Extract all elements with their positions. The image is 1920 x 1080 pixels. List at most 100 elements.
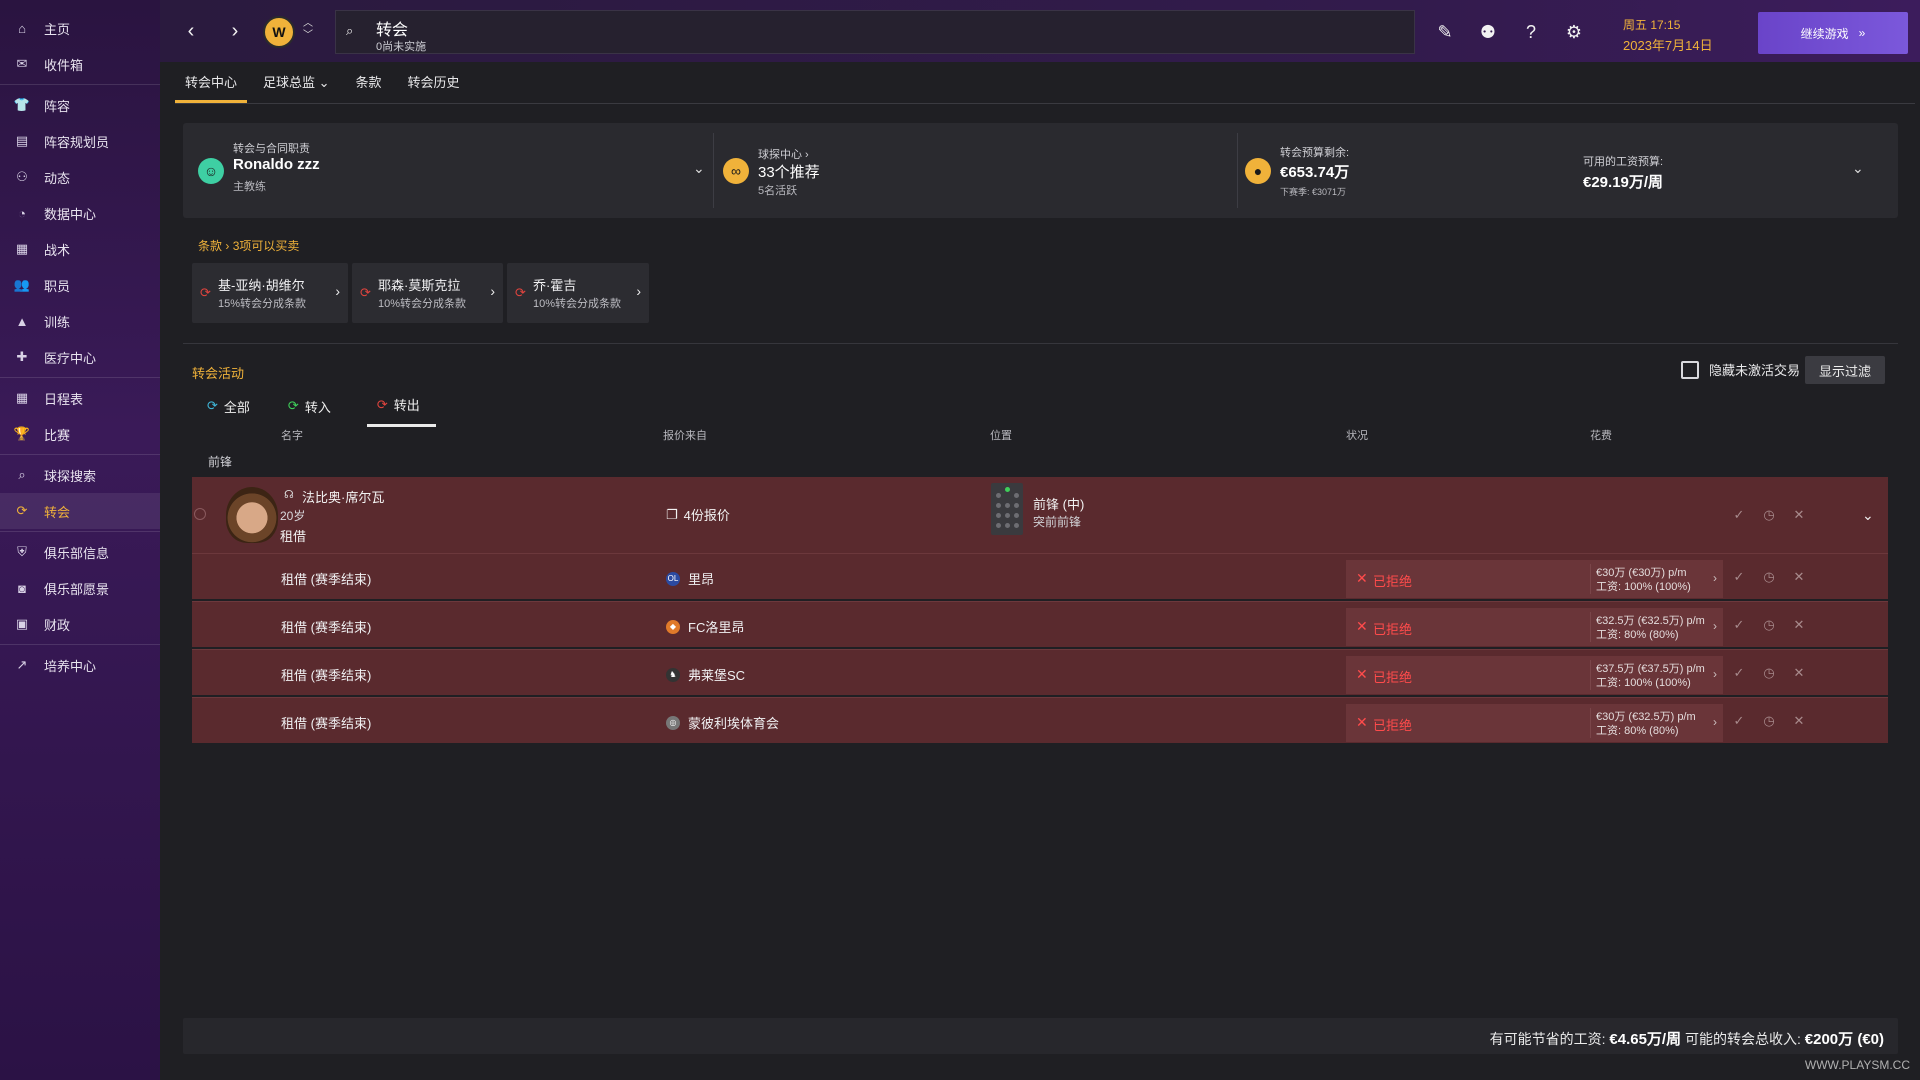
column-header-cost[interactable]: 花费 — [1590, 427, 1612, 443]
sidebar-item-home[interactable]: ⌂ 主页 — [0, 10, 160, 46]
sidebar-item-schedule[interactable]: ▦ 日程表 — [0, 380, 160, 416]
column-header-status[interactable]: 状况 — [1346, 427, 1368, 443]
sidebar-item-squad-planner[interactable]: ▤ 阵容规划员 — [0, 123, 160, 159]
training-icon: ▲ — [15, 313, 29, 329]
offer-status[interactable]: ✕ 已拒绝 €30万 (€30万) p/m 工资: 100% (100%) › — [1346, 560, 1723, 598]
close-icon[interactable]: ✕ — [1790, 617, 1808, 633]
offer-status[interactable]: ✕ 已拒绝 €37.5万 (€37.5万) p/m 工资: 100% (100%… — [1346, 656, 1723, 694]
table-row[interactable]: 租借 (赛季结束) ◎ 蒙彼利埃体育会 ✕ 已拒绝 €30万 (€32.5万) p… — [192, 697, 1888, 743]
chevron-down-icon[interactable]: ⌄ — [1862, 507, 1874, 524]
staff-icon: 👥 — [13, 277, 31, 292]
sidebar-item-scouting[interactable]: ⌕ 球探搜索 — [0, 457, 160, 493]
sidebar-item-tactics[interactable]: ▦ 战术 — [0, 231, 160, 267]
section-divider — [183, 343, 1898, 344]
close-icon[interactable]: ✕ — [1790, 713, 1808, 729]
sidebar-item-data-hub[interactable]: ◔ 数据中心 — [0, 195, 160, 231]
offer-status[interactable]: ✕ 已拒绝 €32.5万 (€32.5万) p/m 工资: 80% (80%) … — [1346, 608, 1723, 646]
clause-card[interactable]: ⟳ 耶森·莫斯克拉 10%转会分成条款 › — [352, 263, 503, 323]
sidebar-item-dynamics[interactable]: ⚇ 动态 — [0, 159, 160, 195]
sidebar-item-training[interactable]: ▲ 训练 — [0, 303, 160, 339]
sidebar-item-competitions[interactable]: 🏆 比赛 — [0, 416, 160, 452]
shirt-icon: 👕 — [13, 97, 31, 112]
clause-card[interactable]: ⟳ 基-亚纳·胡维尔 15%转会分成条款 › — [192, 263, 348, 323]
clause-card[interactable]: ⟳ 乔·霍吉 10%转会分成条款 › — [507, 263, 649, 323]
back-button[interactable]: ‹ — [180, 20, 202, 42]
main-tabs: 转会中心 足球总监 ⌄ 条款 转会历史 — [175, 66, 476, 103]
column-header-position[interactable]: 位置 — [990, 427, 1012, 443]
finance-icon: ▣ — [15, 616, 29, 631]
hide-inactive-checkbox[interactable] — [1681, 360, 1699, 379]
edit-button[interactable]: ✎ — [1433, 20, 1457, 44]
sidebar-item-medical[interactable]: ✚ 医疗中心 — [0, 339, 160, 375]
sidebar-item-development[interactable]: ↗ 培养中心 — [0, 647, 160, 683]
clauses-breadcrumb[interactable]: 条款 › 3项可以买卖 — [198, 237, 299, 254]
help-icon: ? — [1525, 21, 1536, 42]
sidebar-divider — [0, 377, 160, 378]
tab-clauses[interactable]: 条款 — [346, 66, 392, 103]
group-label: 前锋 — [208, 455, 233, 469]
player-name[interactable]: 法比奥·席尔瓦 — [302, 487, 384, 506]
sidebar-item-staff[interactable]: 👥 职员 — [0, 267, 160, 303]
sidebar-item-club-vision[interactable]: ◙ 俱乐部愿景 — [0, 570, 160, 606]
search-bar[interactable]: ⌕ 转会 0尚未实施 — [335, 10, 1415, 54]
tab-transfer-centre[interactable]: 转会中心 — [175, 66, 248, 103]
assistant-button[interactable]: ⚉ — [1476, 20, 1500, 44]
accept-icon[interactable]: ✓ — [1730, 617, 1748, 633]
column-header-name[interactable]: 名字 — [281, 427, 303, 443]
position-main: 前锋 (中) — [1033, 497, 1085, 512]
sidebar-item-transfers[interactable]: ⟳ 转会 — [0, 493, 160, 529]
clock-icon[interactable]: ◷ — [1760, 665, 1778, 681]
table-row[interactable]: 租借 (赛季结束) OL 里昂 ✕ 已拒绝 €30万 (€30万) p/m 工资:… — [192, 553, 1888, 599]
scouting-centre[interactable]: ∞ 球探中心 › 33个推荐 5名活跃 — [723, 123, 1223, 218]
staff-responsibility[interactable]: ☺ 转会与合同职责 Ronaldo zzz 主教练 ⌄ — [183, 123, 713, 218]
close-icon[interactable]: ✕ — [1790, 507, 1808, 523]
sidebar-item-squad[interactable]: 👕 阵容 — [0, 87, 160, 123]
hide-inactive-toggle[interactable]: 隐藏未激活交易 — [1681, 360, 1800, 379]
clock-icon[interactable]: ◷ — [1760, 713, 1778, 729]
club-switcher[interactable]: ︿ ﹀ — [303, 18, 313, 42]
offers-count[interactable]: ❐ 4份报价 — [666, 505, 730, 524]
table-row[interactable]: ☊ 法比奥·席尔瓦 20岁 租借 ❐ 4份报价 前锋 (中) 突前前锋 ✓ ◷ … — [192, 477, 1888, 553]
help-button[interactable]: ? — [1519, 20, 1543, 44]
accept-icon[interactable]: ✓ — [1730, 713, 1748, 729]
close-icon[interactable]: ✕ — [1790, 569, 1808, 585]
settings-button[interactable]: ⚙ — [1562, 20, 1586, 44]
close-icon[interactable]: ✕ — [1790, 665, 1808, 681]
accept-icon[interactable]: ✓ — [1730, 665, 1748, 681]
tab-outgoing[interactable]: ⟳ 转出 — [366, 393, 436, 427]
forward-button[interactable]: › — [224, 20, 246, 42]
offer-club[interactable]: ◎ 蒙彼利埃体育会 — [666, 713, 779, 732]
clock-icon[interactable]: ◷ — [1760, 569, 1778, 585]
sidebar-item-inbox[interactable]: ✉ 收件箱 — [0, 46, 160, 82]
tab-incoming[interactable]: ⟳ 转入 — [286, 393, 347, 427]
clock-icon[interactable]: ◷ — [1760, 507, 1778, 523]
binoculars-icon: ∞ — [723, 158, 749, 184]
sidebar-item-finances[interactable]: ▣ 财政 — [0, 606, 160, 642]
tab-all[interactable]: ⟳ 全部 — [205, 393, 266, 427]
offer-club[interactable]: ♞ 弗莱堡SC — [666, 665, 745, 684]
offer-status[interactable]: ✕ 已拒绝 €30万 (€32.5万) p/m 工资: 80% (80%) › — [1346, 704, 1723, 742]
table-row[interactable]: 租借 (赛季结束) ◆ FC洛里昂 ✕ 已拒绝 €32.5万 (€32.5万) p… — [192, 601, 1888, 647]
sidebar-divider — [0, 84, 160, 85]
show-filter-button[interactable]: 显示过滤 — [1805, 356, 1885, 384]
offer-club[interactable]: ◆ FC洛里昂 — [666, 617, 744, 636]
transfer-in-icon: ⟳ — [287, 398, 299, 413]
table-row[interactable]: 租借 (赛季结束) ♞ 弗莱堡SC ✕ 已拒绝 €37.5万 (€37.5万) p… — [192, 649, 1888, 695]
tab-director-of-football[interactable]: 足球总监 ⌄ — [253, 66, 340, 103]
continue-button[interactable]: 继续游戏 » — [1758, 12, 1908, 54]
column-header-offer-from[interactable]: 报价来自 — [663, 427, 707, 443]
clock-icon[interactable]: ◷ — [1760, 617, 1778, 633]
tab-transfer-history[interactable]: 转会历史 — [398, 66, 470, 103]
sidebar-item-club-info[interactable]: ⛨ 俱乐部信息 — [0, 534, 160, 570]
row-select-radio[interactable] — [194, 508, 206, 520]
club-badge[interactable]: W — [263, 16, 295, 48]
accept-icon[interactable]: ✓ — [1730, 569, 1748, 585]
chevron-down-icon[interactable]: ⌄ — [693, 160, 705, 177]
offer-club[interactable]: OL 里昂 — [666, 569, 714, 588]
chevron-down-icon[interactable]: ⌄ — [1852, 160, 1864, 177]
top-bar: ‹ › W ︿ ﹀ ⌕ 转会 0尚未实施 ✎ ⚉ ? ⚙ 周五 17:15 202… — [160, 0, 1920, 62]
game-date[interactable]: 周五 17:15 2023年7月14日 — [1623, 16, 1713, 54]
transfer-out-icon: ⟳ — [360, 285, 371, 300]
accept-icon[interactable]: ✓ — [1730, 507, 1748, 523]
budget-section[interactable]: ● 转会预算剩余: €653.74万 下赛季: €3071万 可用的工资预算: … — [1245, 123, 1885, 218]
